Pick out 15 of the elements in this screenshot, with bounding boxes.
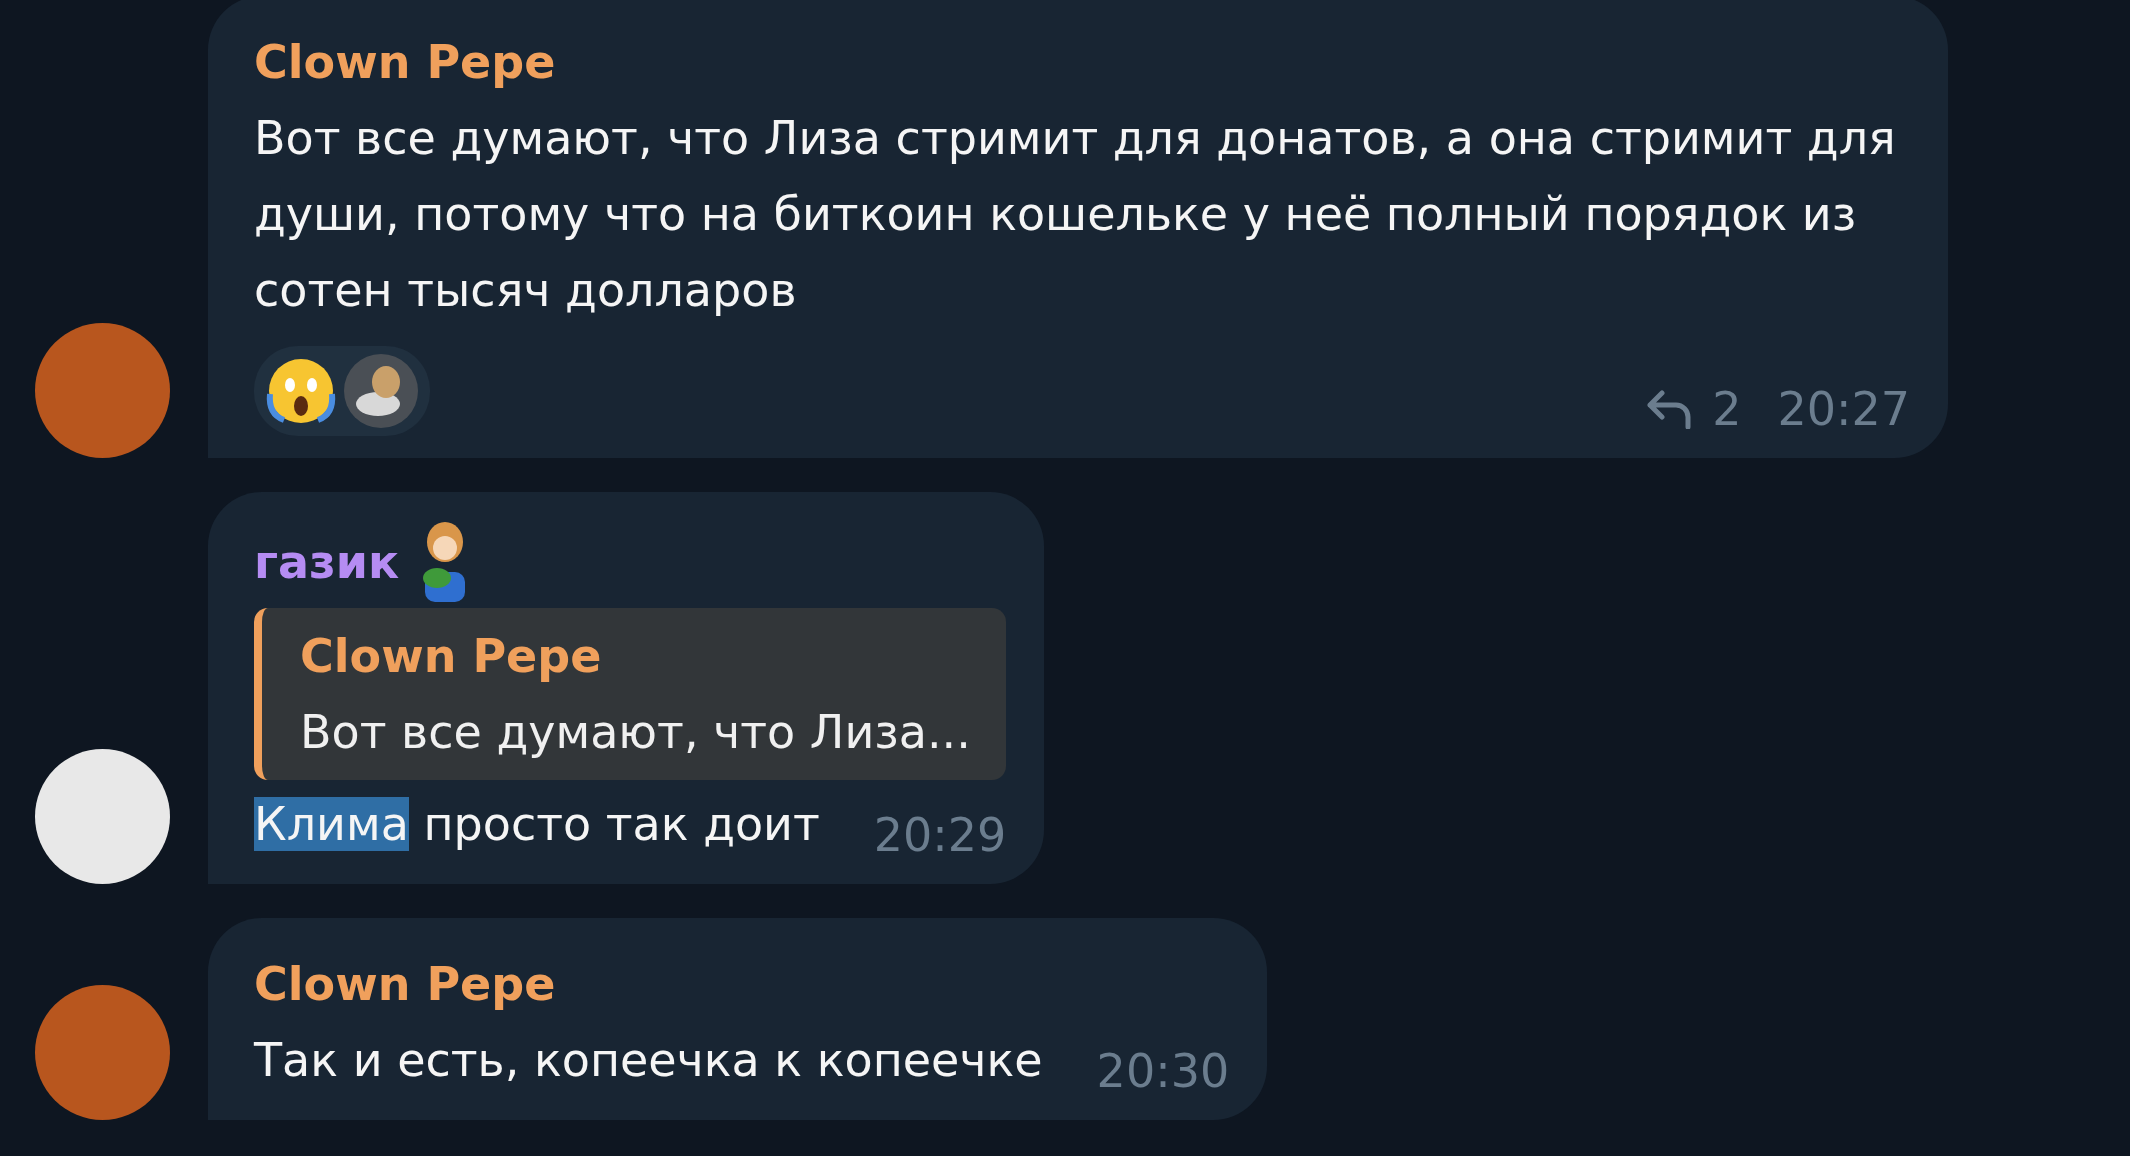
quote-sender: Clown Pepe [300,628,603,685]
message-time: 20:30 [1096,1044,1230,1098]
sender-name[interactable]: Clown Pepe [254,24,556,100]
reply-quote[interactable]: Clown Pepe Вот все думают, что Лиза... [254,608,1007,780]
message-time: 20:27 [1777,382,1910,436]
quote-text: Вот все думают, что Лиза... [300,704,972,761]
message-text: Так и есть, копеечка к копеечке [254,1032,1043,1089]
message-text: Вот все думают, что Лиза стримит для донатов, а она стримит для души, потому что на биткоин кошельке у неё полный порядок из сотен тысяч долларов [254,110,1897,319]
sticker-icon [342,352,420,430]
message-time: 20:29 [873,808,1007,862]
message-text: Клима просто так доит [254,796,820,853]
reply-count: 2 [1712,382,1742,436]
reply-icon [1646,389,1693,429]
sender-name[interactable]: Clown Pepe [254,946,556,1022]
sender-name[interactable]: газик [254,524,400,600]
